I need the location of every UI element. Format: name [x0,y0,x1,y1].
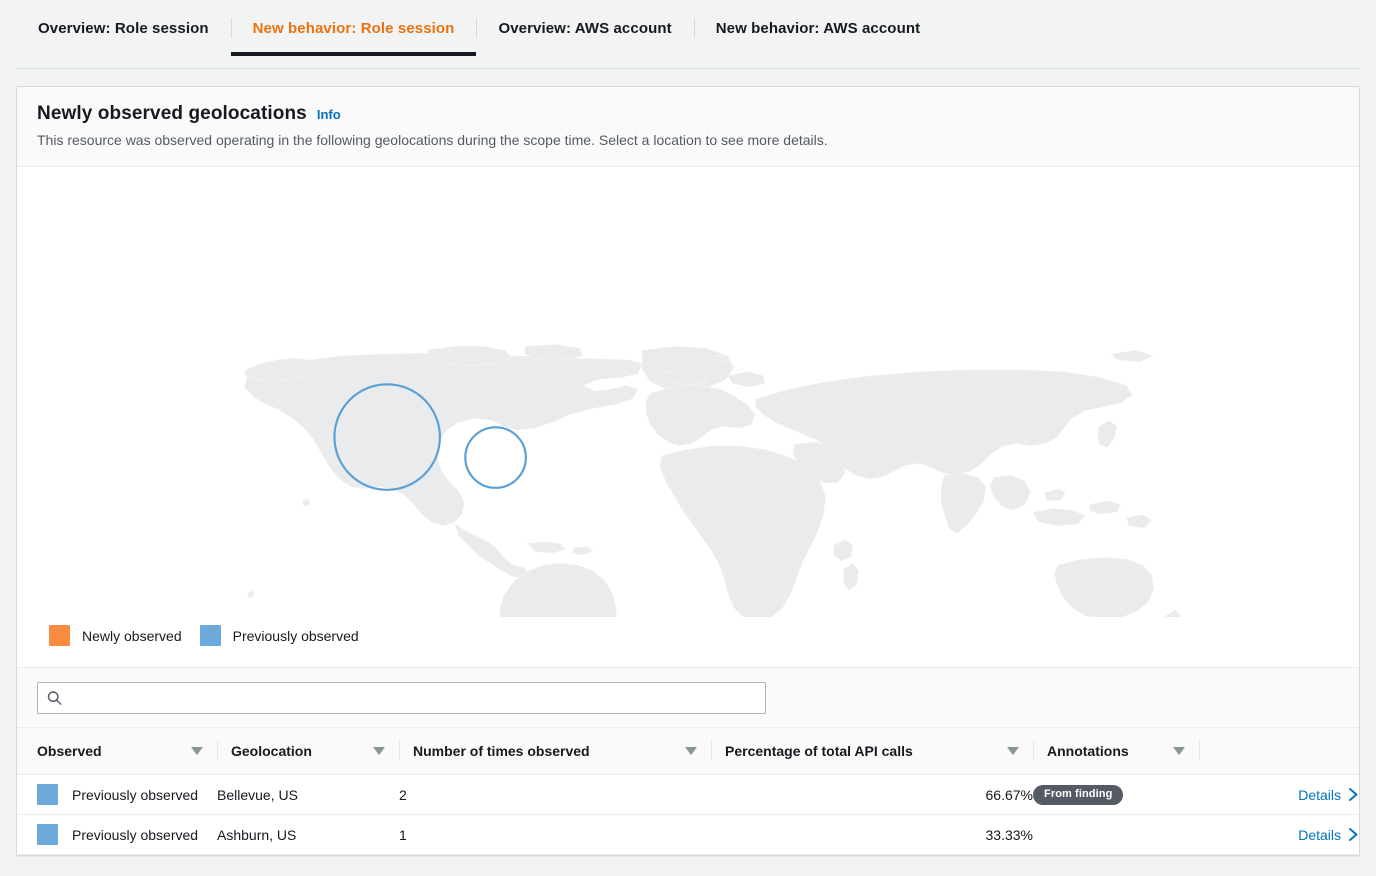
table-row[interactable]: Previously observed Ashburn, US 1 33.33%… [17,814,1359,856]
column-header-observed[interactable]: Observed [17,727,217,776]
tab-new-behavior-role-session[interactable]: New behavior: Role session [230,0,477,56]
sort-caret-down-icon[interactable] [1007,747,1019,756]
observed-status-swatch-icon [37,824,58,846]
cell-times-observed: 2 [399,774,711,816]
newly-observed-geolocations-panel: Newly observed geolocations Info This re… [16,86,1360,857]
cell-geolocation: Bellevue, US [217,774,399,816]
table-row[interactable]: Previously observed Bellevue, US 2 66.67… [17,774,1359,816]
legend-label-newly-observed: Newly observed [82,627,182,644]
column-header-number-of-times-observed[interactable]: Number of times observed [399,727,711,776]
cell-annotations: From finding [1033,774,1199,816]
cell-geolocation: Ashburn, US [217,814,399,856]
column-label-annotations: Annotations [1047,743,1129,760]
sort-caret-down-icon[interactable] [373,747,385,756]
column-header-geolocation[interactable]: Geolocation [217,727,399,776]
tab-overview-role-session[interactable]: Overview: Role session [16,0,231,56]
cell-percentage: 33.33% [711,814,1033,856]
cell-observed: Previously observed [17,774,217,816]
cell-percentage: 66.67% [711,774,1033,816]
cell-details: Details [1199,774,1359,816]
table-header: Observed Geolocation Number of times obs… [17,727,1359,776]
legend-label-previously-observed: Previously observed [232,627,359,644]
panel-header: Newly observed geolocations Info This re… [17,87,1359,168]
legend-item-previously-observed: Previously observed [199,625,359,647]
geolocations-table: Observed Geolocation Number of times obs… [17,727,1359,856]
map-legend: Newly observed Previously observed [17,617,1359,664]
column-label-number-of-times-observed: Number of times observed [413,743,590,760]
table-search-row [17,667,1359,728]
column-header-actions [1199,727,1359,776]
cell-annotations [1033,814,1199,856]
observed-status-label: Previously observed [72,786,199,803]
observed-status-label: Previously observed [72,826,199,843]
observed-status-swatch-icon [37,784,58,806]
sort-caret-down-icon[interactable] [191,747,203,756]
world-map-svg[interactable] [17,177,1359,618]
page-title: Newly observed geolocations [37,103,307,124]
ashburn-us-marker[interactable] [464,426,527,490]
search-wrapper [37,682,766,715]
cell-details: Details [1199,814,1359,856]
column-label-observed: Observed [37,743,102,760]
details-link-label: Details [1298,826,1341,843]
panel-title-row: Newly observed geolocations Info [37,103,1339,125]
chevron-right-icon [1349,788,1358,802]
search-input[interactable] [37,682,766,715]
column-label-geolocation: Geolocation [231,743,312,760]
legend-item-newly-observed: Newly observed [49,625,182,647]
tab-new-behavior-aws-account[interactable]: New behavior: AWS account [693,0,942,56]
column-header-percentage-of-total-api-calls[interactable]: Percentage of total API calls [711,727,1033,776]
details-link[interactable]: Details [1298,827,1359,843]
chevron-right-icon [1349,828,1358,842]
cell-times-observed: 1 [399,814,711,856]
status-badge: From finding [1033,785,1124,806]
previously-observed-swatch-icon [199,625,221,647]
geolocation-map[interactable]: Newly observed Previously observed [17,167,1359,668]
sort-caret-down-icon[interactable] [685,747,697,756]
panel-description: This resource was observed operating in … [37,132,828,148]
details-link-label: Details [1298,786,1341,803]
tab-bar: Overview: Role session New behavior: Rol… [0,0,1376,69]
column-header-annotations[interactable]: Annotations [1033,727,1199,776]
info-link[interactable]: Info [317,107,341,122]
table-header-row: Observed Geolocation Number of times obs… [17,727,1359,776]
column-label-percentage-of-total-api-calls: Percentage of total API calls [725,743,913,760]
table-body: Previously observed Bellevue, US 2 66.67… [17,774,1359,856]
details-link[interactable]: Details [1298,787,1359,803]
sort-caret-down-icon[interactable] [1173,747,1185,756]
newly-observed-swatch-icon [49,625,70,647]
tab-overview-aws-account[interactable]: Overview: AWS account [476,0,693,56]
cell-observed: Previously observed [17,814,217,856]
